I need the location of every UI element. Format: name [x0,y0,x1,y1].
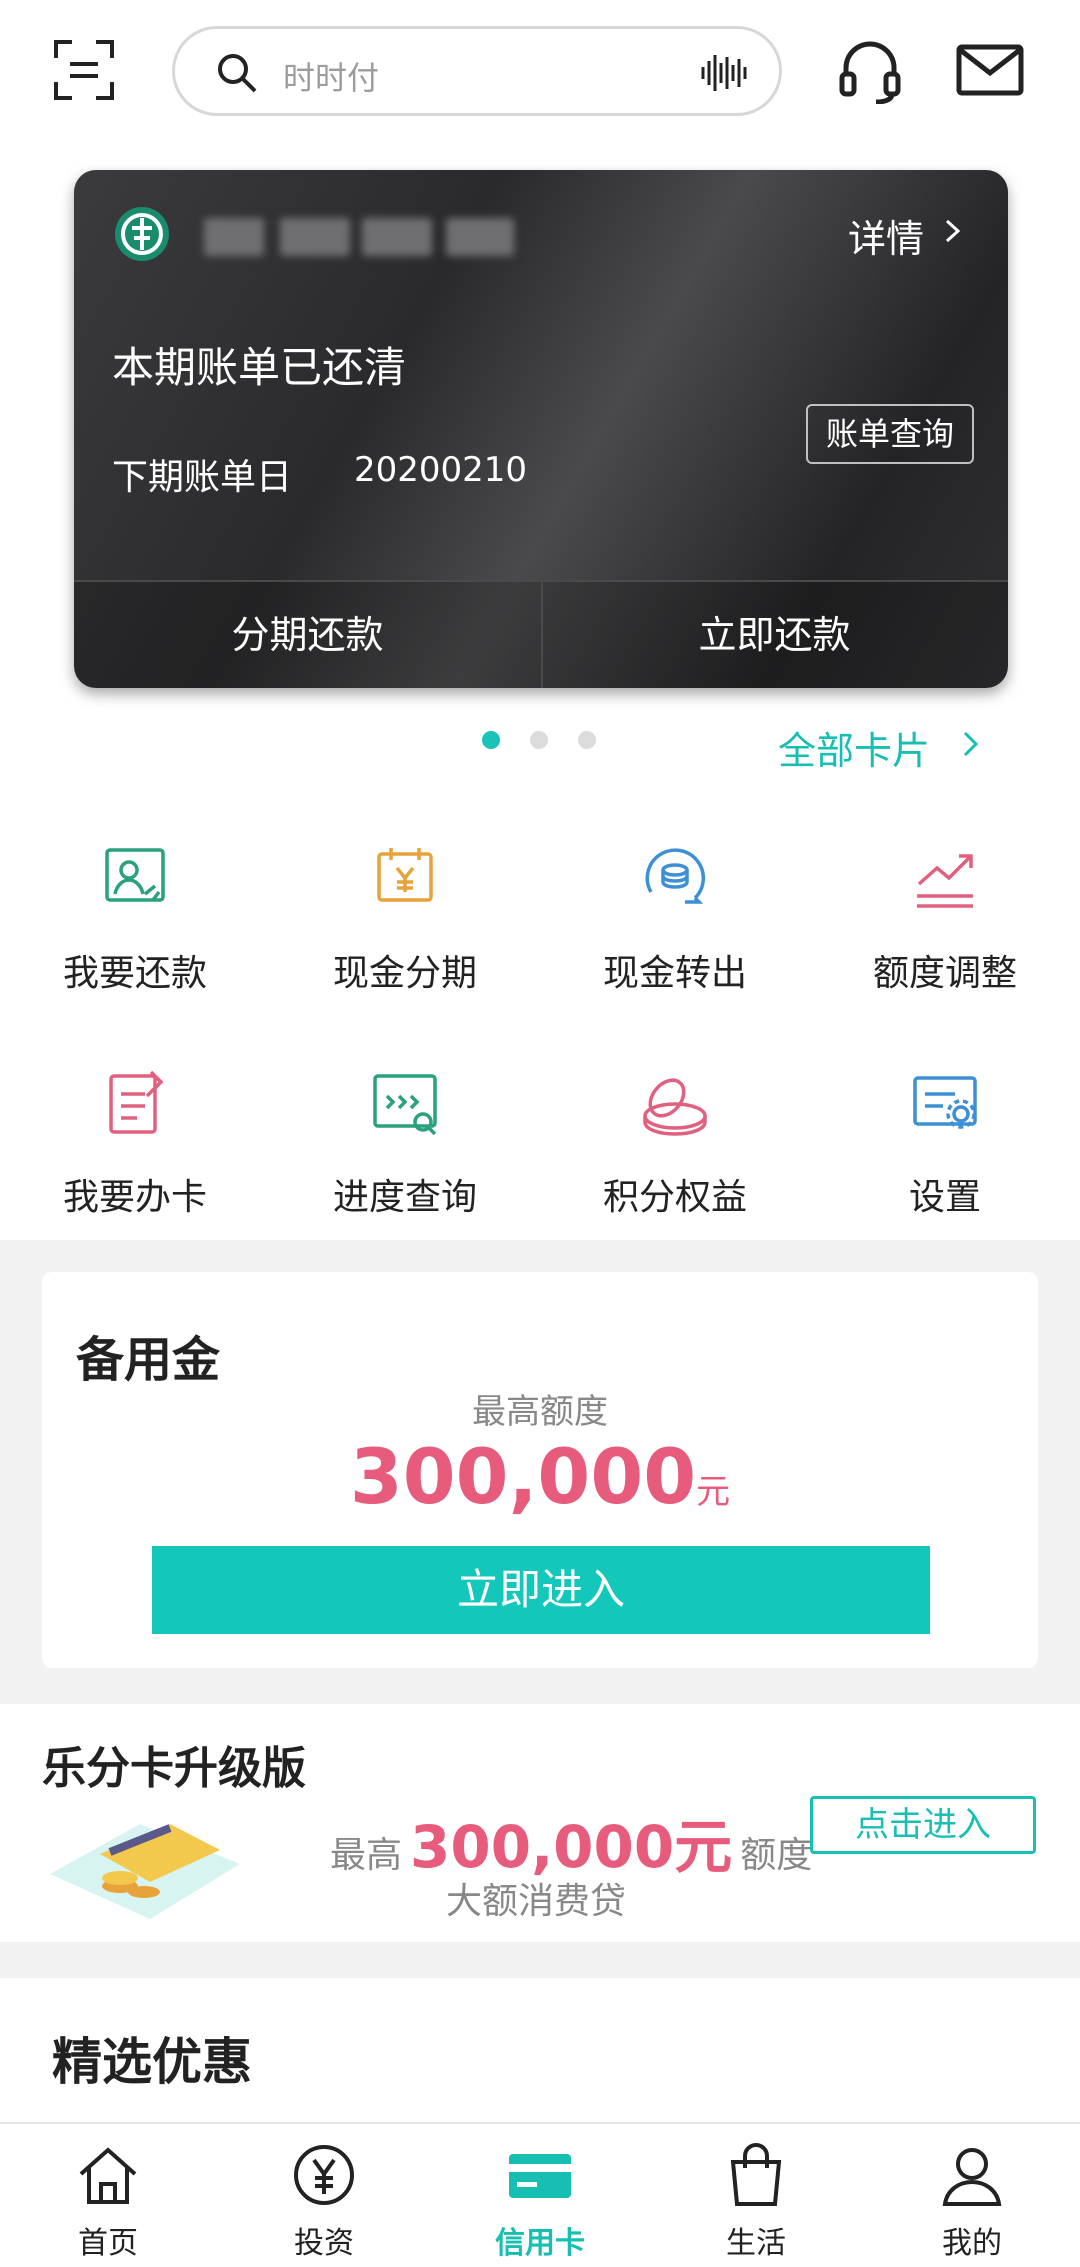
tab-label: 信用卡 [495,2226,585,2261]
grid-item-limit-adjust[interactable]: 额度调整 [810,840,1080,996]
grid-item-points[interactable]: 积分权益 [540,1064,810,1220]
lefen-card-section: 乐分卡升级版 最高 300,000元 额度 大额消费贷 点击进入 [0,1704,1080,1942]
lefen-suffix: 额度 [740,1835,813,1876]
bill-status: 本期账单已还清 [112,343,407,392]
lefen-enter-button[interactable]: 点击进入 [810,1796,1036,1854]
masked-card-number [204,218,264,256]
grid-label: 积分权益 [602,1177,747,1218]
masked-card-number [280,218,350,256]
carousel-dot[interactable] [530,731,548,749]
settings-icon [913,1076,977,1129]
voice-icon[interactable] [699,51,749,95]
grid-item-progress-query[interactable]: 进度查询 [270,1064,540,1220]
carousel-dots [482,731,626,753]
bottom-tab-bar: 首页 投资 信用卡 生活 我的 [0,2122,1080,2267]
progress-query-icon [373,1074,437,1136]
headset-icon[interactable] [838,38,902,104]
bank-logo-icon [115,207,169,261]
tab-credit-card[interactable]: 信用卡 [432,2124,648,2267]
all-cards-link[interactable]: 全部卡片 [778,720,930,775]
grid-item-cash-transfer[interactable]: 现金转出 [540,840,810,996]
lefen-title: 乐分卡升级版 [42,1743,306,1794]
tab-life[interactable]: 生活 [648,2124,864,2267]
card-illustration-icon [50,1824,240,1919]
cash-installment-icon [377,848,433,902]
grid-label: 额度调整 [872,953,1017,994]
home-icon [79,2147,137,2204]
next-bill-label: 下期账单日 [112,457,293,498]
reserve-amount: 300,000元 [42,1432,1038,1521]
grid-item-settings[interactable]: 设置 [810,1064,1080,1220]
promotions-title: 精选优惠 [52,2033,252,2091]
grid-label: 我要还款 [62,953,207,994]
credit-card-icon [509,2154,571,2198]
tab-label: 生活 [726,2226,786,2261]
grid-label: 现金转出 [602,953,747,994]
repay-now-button[interactable]: 立即还款 [541,582,1008,688]
reserve-enter-button[interactable]: 立即进入 [152,1546,930,1634]
reserve-fund-card: 备用金 最高额度 300,000元 立即进入 [42,1272,1038,1668]
tab-label: 我的 [942,2226,1002,2261]
chevron-right-icon [945,219,961,243]
cash-transfer-icon [645,848,706,904]
lefen-desc: 大额消费贷 [446,1881,627,1922]
tab-home[interactable]: 首页 [0,2124,216,2267]
apply-card-icon [109,1070,164,1134]
reserve-subtitle: 最高额度 [472,1392,608,1432]
limit-adjust-icon [917,854,973,908]
promotions-section: 精选优惠 [0,1978,1080,2124]
card-detail-link[interactable]: 详情 [848,208,924,263]
grid-item-apply-card[interactable]: 我要办卡 [0,1064,270,1220]
reserve-amount-unit: 元 [696,1472,731,1512]
grid-label: 现金分期 [332,953,477,994]
installment-repay-button[interactable]: 分期还款 [74,582,541,688]
yuan-icon [294,2145,354,2205]
carousel-dot[interactable] [578,731,596,749]
grid-item-cash-installment[interactable]: 现金分期 [270,840,540,996]
reserve-amount-value: 300,000 [349,1432,697,1521]
card-actions: 分期还款 立即还款 [74,580,1008,688]
tab-label: 投资 [294,2226,354,2261]
masked-card-number [446,218,514,256]
grid-label: 进度查询 [332,1177,477,1218]
user-icon [942,2148,1002,2206]
grid-item-repay[interactable]: 我要还款 [0,840,270,996]
masked-card-number [362,218,432,256]
tab-label: 首页 [78,2226,138,2261]
lefen-prefix: 最高 [330,1835,403,1876]
points-icon [643,1078,707,1136]
chevron-right-icon [963,731,979,757]
lefen-amount: 300,000元 [410,1813,733,1881]
search-icon [218,54,257,93]
tab-invest[interactable]: 投资 [216,2124,432,2267]
credit-card-panel: 详情 本期账单已还清 账单查询 下期账单日 20200210 分期还款 立即还款 [74,170,1008,688]
grid-label: 我要办卡 [62,1177,207,1218]
next-bill-date: 20200210 [354,450,528,490]
grid-label: 设置 [908,1177,981,1218]
bill-query-button[interactable]: 账单查询 [805,404,974,464]
repay-icon [105,848,165,902]
scan-icon[interactable] [52,38,116,102]
search-placeholder: 时时付 [283,59,380,97]
mail-icon[interactable] [956,44,1024,96]
search-bar[interactable]: 时时付 [172,26,782,116]
shopping-bag-icon [730,2143,782,2206]
top-bar: 时时付 [0,0,1080,150]
tab-mine[interactable]: 我的 [864,2124,1080,2267]
carousel-dot-active[interactable] [482,731,500,749]
reserve-title: 备用金 [76,1332,221,1388]
